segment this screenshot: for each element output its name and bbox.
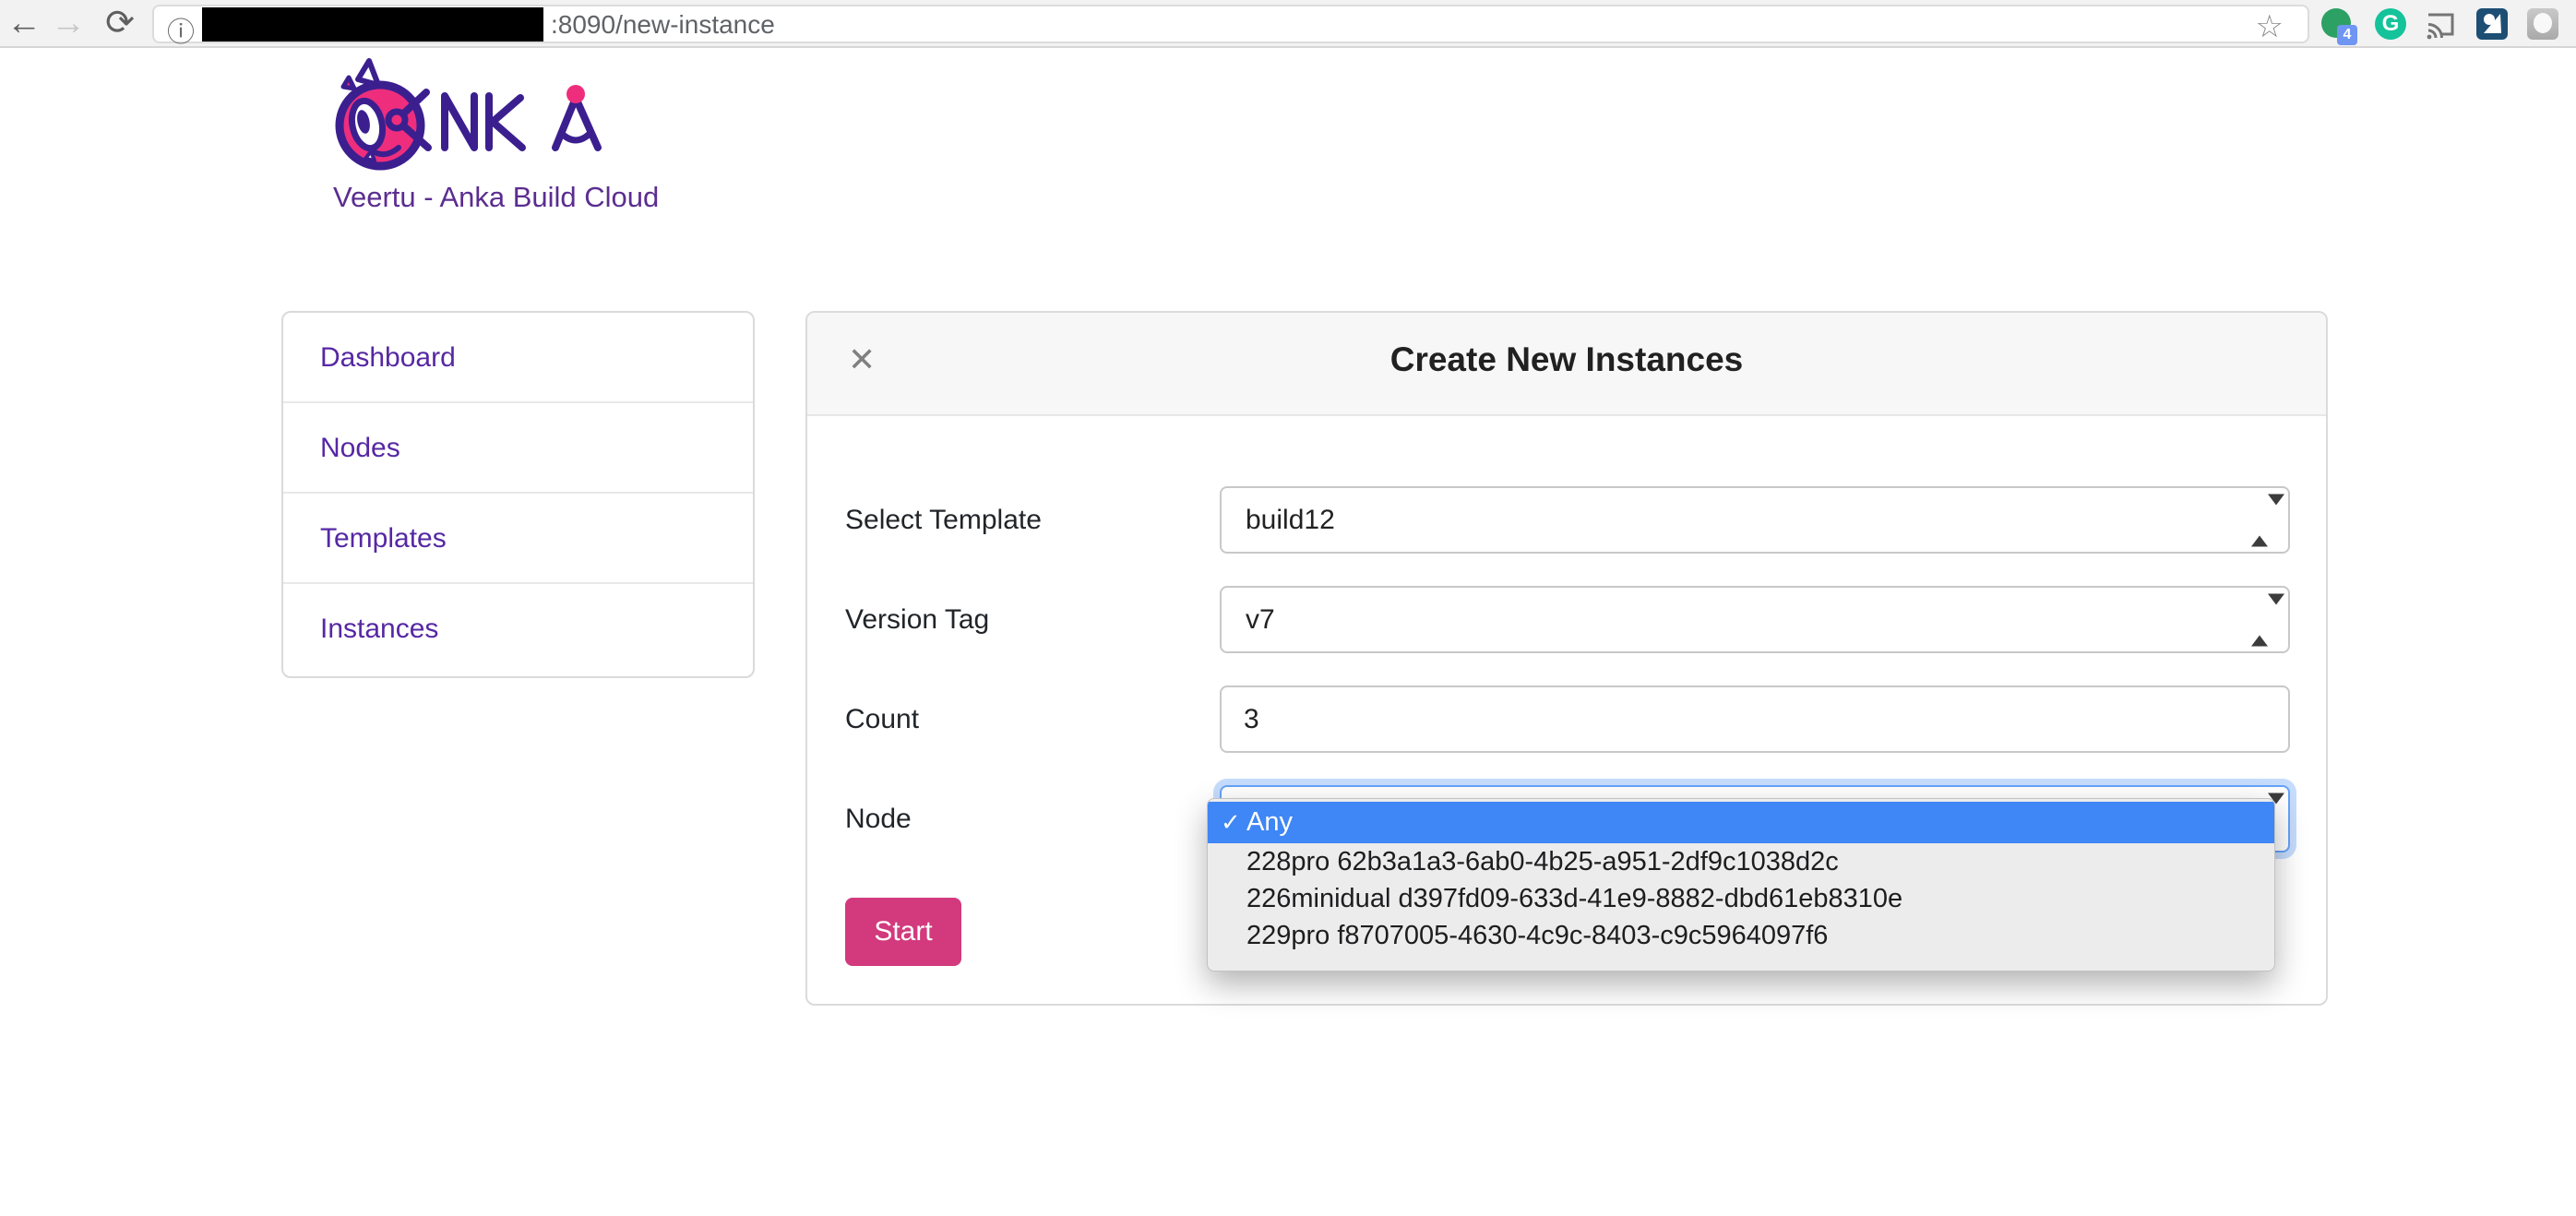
count-field-wrap — [1220, 685, 2290, 753]
version-tag-select-value: v7 — [1246, 604, 1275, 635]
select-template-label: Select Template — [845, 486, 1042, 554]
count-label: Count — [845, 685, 919, 753]
gray-app-extension-icon[interactable] — [2527, 8, 2558, 40]
card-title: Create New Instances — [807, 340, 2326, 379]
select-chevrons-icon — [2251, 488, 2270, 552]
checkmark-icon: ✓ — [1221, 808, 1246, 837]
select-chevrons-icon — [2251, 588, 2270, 651]
template-select-value: build12 — [1246, 505, 1335, 535]
sidebar-item-templates[interactable]: Templates — [283, 494, 753, 584]
brand-title: Veertu - Anka Build Cloud — [333, 181, 659, 214]
address-bar[interactable]: ⓘ :8090/new-instance ☆ — [152, 5, 2309, 43]
sidebar-item-nodes[interactable]: Nodes — [283, 403, 753, 494]
forward-icon: → — [44, 0, 92, 48]
template-select[interactable]: build12 — [1220, 486, 2290, 554]
sidebar-nav: Dashboard Nodes Templates Instances — [281, 311, 755, 678]
node-option-229pro[interactable]: 229pro f8707005-4630-4c9c-8403-c9c596409… — [1208, 917, 2274, 954]
chromecast-extension-icon[interactable] — [2425, 8, 2456, 40]
url-text[interactable]: :8090/new-instance — [551, 10, 775, 40]
redacted-url-host — [202, 7, 543, 42]
version-tag-select[interactable]: v7 — [1220, 586, 2290, 653]
browser-toolbar: ← → ⟳ ⓘ :8090/new-instance ☆ 4 G — [0, 0, 2576, 48]
start-button[interactable]: Start — [845, 898, 961, 966]
node-dropdown-menu: ✓ Any 228pro 62b3a1a3-6ab0-4b25-a951-2df… — [1207, 798, 2275, 972]
extension-badge-count: 4 — [2337, 25, 2357, 45]
count-input[interactable] — [1244, 688, 2288, 752]
node-option-228pro[interactable]: 228pro 62b3a1a3-6ab0-4b25-a951-2df9c1038… — [1208, 843, 2274, 880]
grammarly-extension-icon[interactable]: G — [2375, 8, 2406, 40]
sidebar-item-dashboard[interactable]: Dashboard — [283, 313, 753, 403]
node-option-label: Any — [1246, 807, 1293, 838]
extension-green-circle-icon[interactable]: 4 — [2321, 8, 2353, 40]
version-tag-label: Version Tag — [845, 586, 989, 653]
node-option-226minidual[interactable]: 226minidual d397fd09-633d-41e9-8882-dbd6… — [1208, 880, 2274, 917]
navy-app-extension-icon[interactable] — [2476, 8, 2508, 40]
back-icon[interactable]: ← — [0, 0, 48, 48]
anka-logo — [330, 55, 616, 180]
reload-icon[interactable]: ⟳ — [96, 0, 144, 48]
bookmark-star-icon[interactable]: ☆ — [2256, 8, 2284, 45]
card-header: ✕ Create New Instances — [807, 313, 2326, 416]
node-label: Node — [845, 785, 912, 852]
node-option-any[interactable]: ✓ Any — [1208, 802, 2274, 843]
sidebar-item-instances[interactable]: Instances — [283, 584, 753, 674]
page-info-icon[interactable]: ⓘ — [167, 9, 195, 50]
